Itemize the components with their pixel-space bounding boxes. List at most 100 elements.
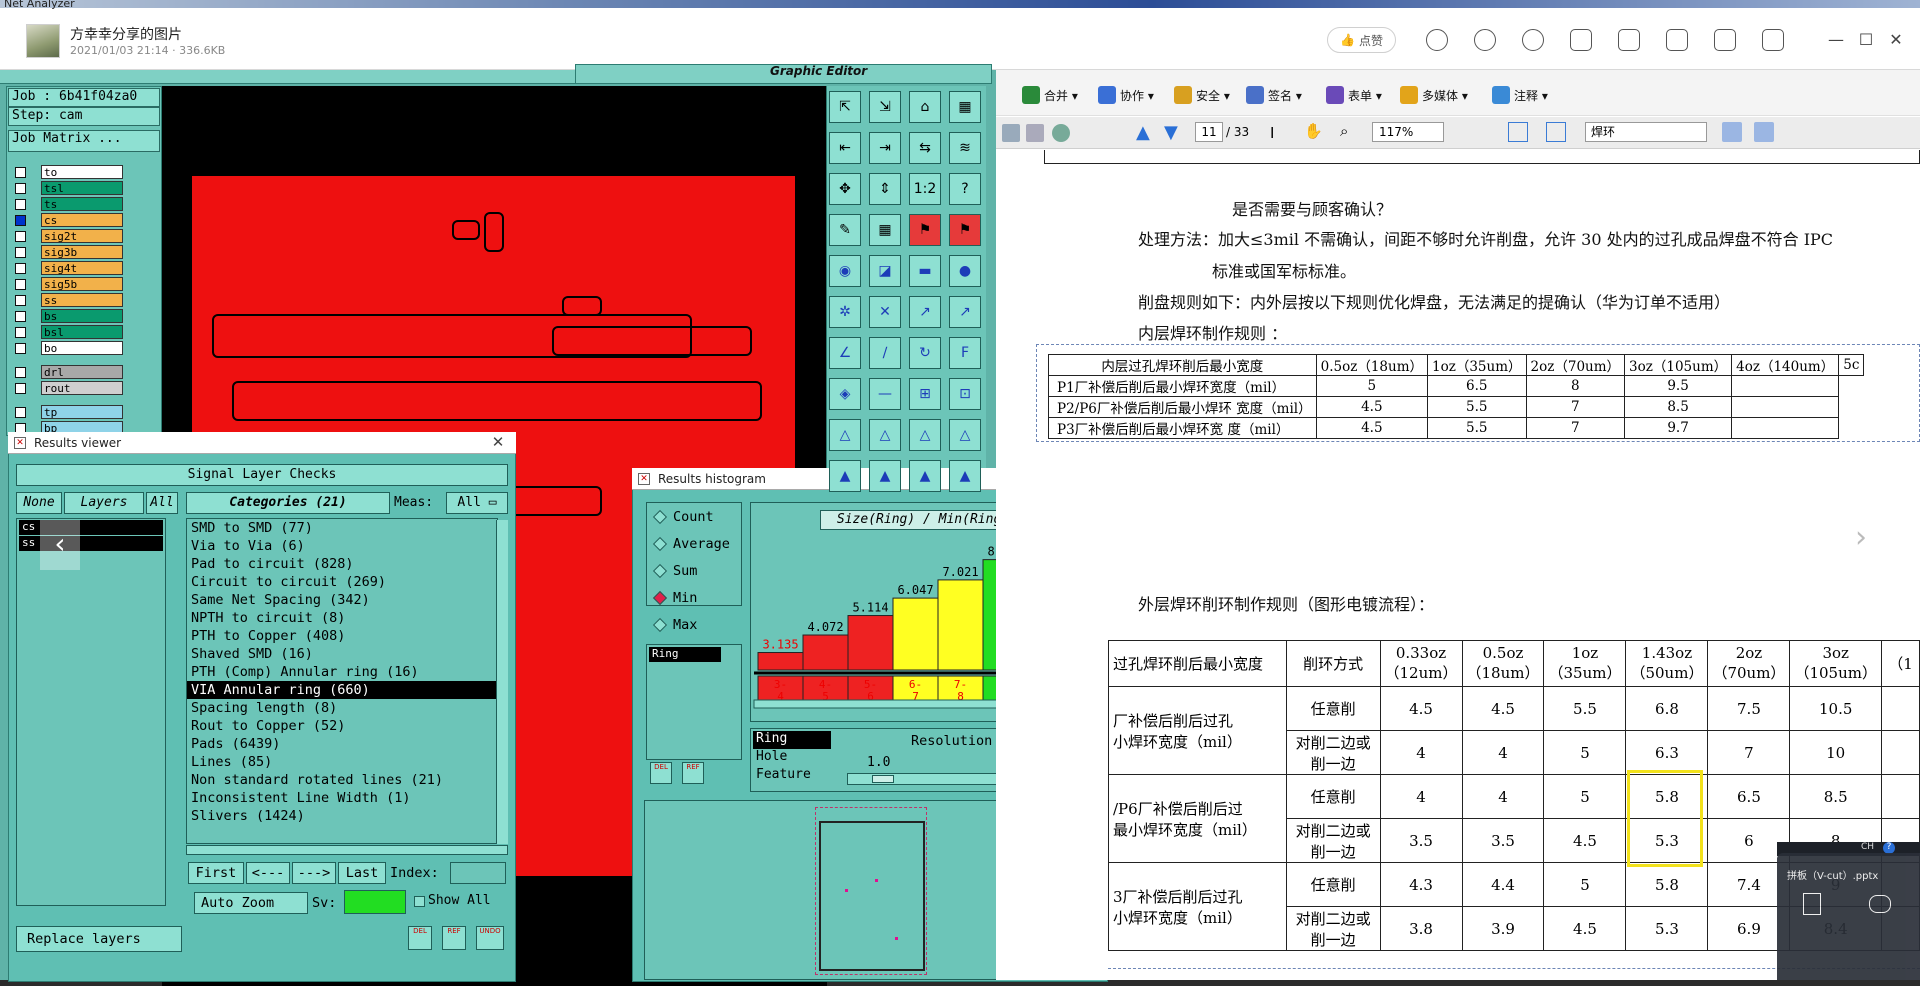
layer-checkbox[interactable]: [15, 246, 26, 258]
layer-row[interactable]: rout: [10, 380, 130, 396]
line-icon[interactable]: ▬: [909, 255, 941, 287]
tri-f-icon[interactable]: ▲: [869, 460, 901, 492]
category-item[interactable]: Spacing length (8): [187, 699, 497, 717]
arrow-a-icon[interactable]: ↗: [909, 296, 941, 328]
all-button[interactable]: All: [146, 492, 178, 514]
toolbar-item[interactable]: 注释 ▾: [1492, 86, 1548, 104]
tri-e-icon[interactable]: ▲: [829, 460, 861, 492]
layer-row[interactable]: sig5b: [10, 276, 130, 292]
radio-diamond-icon[interactable]: [652, 536, 668, 551]
index-input[interactable]: [450, 862, 506, 884]
layer-row[interactable]: bs: [10, 308, 130, 324]
layer-checkbox[interactable]: [15, 310, 26, 322]
toolbar-item[interactable]: 表单 ▾: [1326, 86, 1382, 104]
category-item[interactable]: Via to Via (6): [187, 537, 497, 555]
category-item[interactable]: Lines (85): [187, 753, 497, 771]
layer-row[interactable]: sig3b: [10, 244, 130, 260]
zoom-icon[interactable]: ⇲: [869, 91, 901, 123]
auto-zoom-dropdown[interactable]: Auto Zoom: [194, 892, 308, 914]
tri-c-icon[interactable]: △: [909, 419, 941, 451]
ring-item[interactable]: Ring: [649, 647, 721, 662]
layer-row[interactable]: sig2t: [10, 228, 130, 244]
hand-tool-icon[interactable]: ✋: [1304, 122, 1323, 140]
share-icon[interactable]: [1714, 29, 1736, 51]
mode-option[interactable]: Sum: [647, 557, 741, 584]
mode-option[interactable]: Count: [647, 503, 741, 530]
category-item[interactable]: Inconsistent Line Width (1): [187, 789, 497, 807]
maximize-icon[interactable]: ☐: [1856, 30, 1876, 49]
fit-icon[interactable]: ⇱: [829, 91, 861, 123]
download-icon[interactable]: [1762, 29, 1784, 51]
measure-item[interactable]: Hole: [753, 749, 831, 767]
categories-list[interactable]: SMD to SMD (77) Via to Via (6) Pad to circ…: [186, 518, 498, 844]
radio-diamond-icon[interactable]: [652, 590, 668, 605]
last-button[interactable]: Last: [338, 862, 386, 884]
category-item[interactable]: Slivers (1424): [187, 807, 497, 825]
minimize-icon[interactable]: —: [1826, 30, 1846, 49]
measure-list[interactable]: Ring Hole Feature: [753, 731, 831, 789]
dot-icon[interactable]: ●: [949, 255, 981, 287]
layer-checkbox[interactable]: [15, 262, 26, 274]
layers-button[interactable]: Layers: [64, 492, 144, 514]
zoom-dropdown[interactable]: 117%: [1372, 122, 1444, 142]
layer-checkbox[interactable]: [15, 198, 26, 210]
like-button[interactable]: 👍 点赞: [1327, 27, 1396, 53]
layer-name[interactable]: sig2t: [41, 229, 123, 243]
layer-name[interactable]: sig5b: [41, 277, 123, 291]
mode-option[interactable]: Max: [647, 611, 741, 638]
grid2-icon[interactable]: ▦: [869, 214, 901, 246]
tri-h-icon[interactable]: ▲: [949, 460, 981, 492]
help-icon[interactable]: ?: [949, 173, 981, 205]
layer-name[interactable]: cs: [41, 213, 123, 227]
layer-b-icon[interactable]: ⚑: [949, 214, 981, 246]
pan-left-icon[interactable]: ⇤: [829, 132, 861, 164]
find-next-icon[interactable]: [1754, 122, 1774, 142]
layer-checkbox[interactable]: [15, 278, 26, 290]
angle-icon[interactable]: ∠: [829, 337, 861, 369]
toolbar-item[interactable]: 合并 ▾: [1022, 86, 1078, 104]
toolbar-item[interactable]: 签名 ▾: [1246, 86, 1302, 104]
toolbar-item[interactable]: 协作 ▾: [1098, 86, 1154, 104]
del-button[interactable]: DEL: [408, 926, 432, 950]
marquee-zoom-icon[interactable]: ⌕: [1340, 122, 1348, 140]
layer-checkbox[interactable]: [15, 182, 26, 194]
layer-row[interactable]: cs: [10, 212, 130, 228]
category-item[interactable]: Pads (6439): [187, 735, 497, 753]
globe-icon[interactable]: [1052, 124, 1070, 142]
categories-h-scrollbar[interactable]: [186, 845, 508, 855]
category-item[interactable]: VIA Annular ring (660): [187, 681, 497, 699]
layer-checkbox[interactable]: [15, 382, 26, 394]
layer-name[interactable]: bo: [41, 341, 123, 355]
cloud-icon[interactable]: [1869, 895, 1891, 913]
fit-vert-icon[interactable]: ⇕: [869, 173, 901, 205]
radio-diamond-icon[interactable]: [652, 563, 668, 578]
slider-thumb[interactable]: [872, 775, 894, 783]
ff-icon[interactable]: F: [949, 337, 981, 369]
radio-diamond-icon[interactable]: [652, 617, 668, 632]
layer-name[interactable]: bs: [41, 309, 123, 323]
tri-b-icon[interactable]: △: [869, 419, 901, 451]
hist-del-button[interactable]: DEL: [650, 762, 672, 784]
measure-item[interactable]: Ring: [753, 731, 831, 749]
tri-g-icon[interactable]: ▲: [909, 460, 941, 492]
layer-name[interactable]: to: [41, 165, 123, 179]
zoom-out-icon[interactable]: [1522, 29, 1544, 51]
grid-icon[interactable]: ▦: [949, 91, 981, 123]
layer-name[interactable]: ts: [41, 197, 123, 211]
layer-name[interactable]: sig4t: [41, 261, 123, 275]
layer-name[interactable]: tp: [41, 405, 123, 419]
box2-icon[interactable]: ⊡: [949, 378, 981, 410]
layer-row[interactable]: tsl: [10, 180, 130, 196]
category-item[interactable]: PTH (Comp) Annular ring (16): [187, 663, 497, 681]
layer-row[interactable]: ts: [10, 196, 130, 212]
radio-diamond-icon[interactable]: [652, 509, 668, 524]
layer-checkbox[interactable]: [15, 406, 26, 418]
sv-color-dropdown[interactable]: [344, 890, 406, 914]
category-item[interactable]: Rout to Copper (52): [187, 717, 497, 735]
select-icon[interactable]: ◈: [829, 378, 861, 410]
measure-select-box[interactable]: Ring: [646, 644, 742, 760]
prev-button[interactable]: <---: [246, 862, 290, 884]
layer-row[interactable]: bo: [10, 340, 130, 356]
text-select-icon[interactable]: I: [1270, 124, 1274, 142]
layer-checkbox[interactable]: [15, 230, 26, 242]
